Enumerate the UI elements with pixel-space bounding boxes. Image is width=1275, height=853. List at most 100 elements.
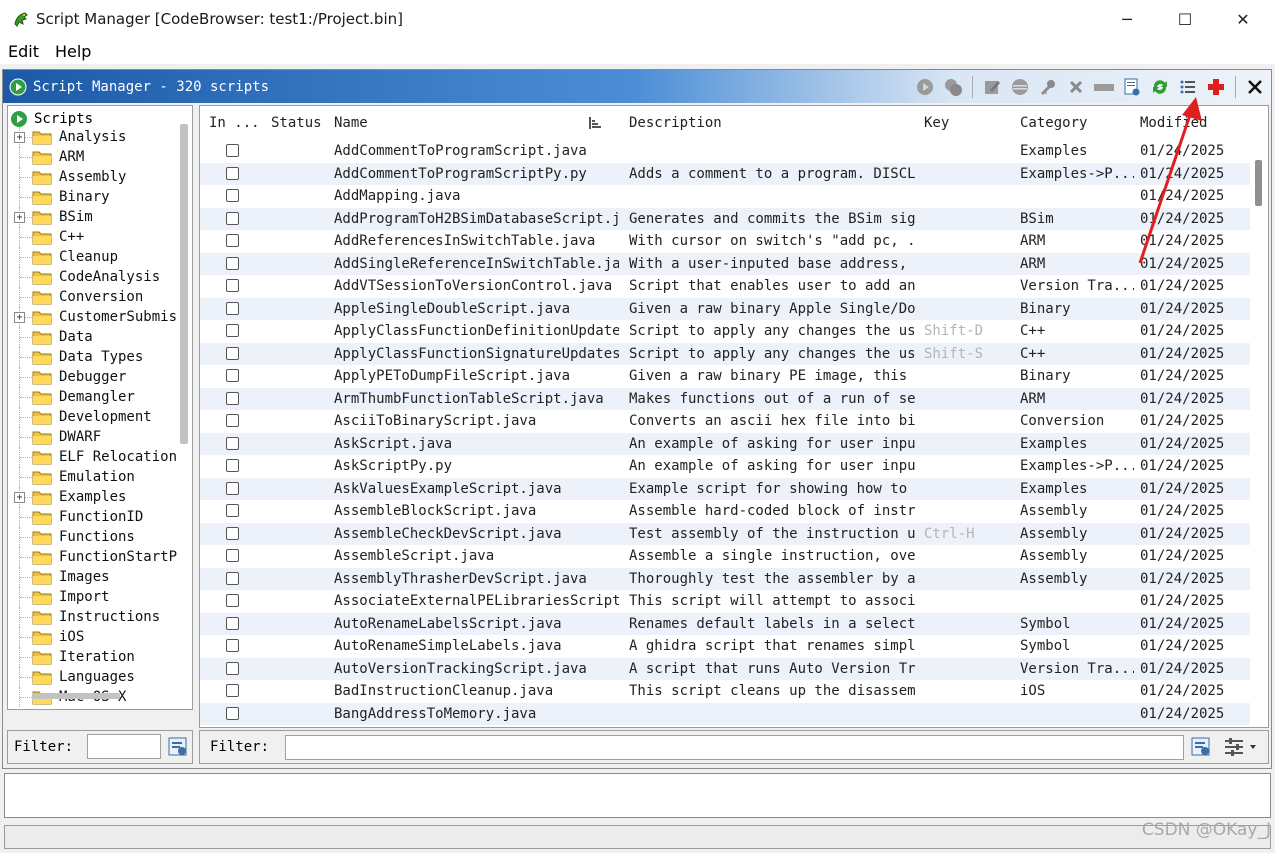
in-tool-checkbox[interactable] bbox=[226, 639, 239, 652]
tree-root[interactable]: Scripts bbox=[10, 109, 93, 129]
table-vertical-scrollbar[interactable] bbox=[1255, 160, 1262, 206]
table-row[interactable]: ApplyPEToDumpFileScript.java Given a raw … bbox=[200, 365, 1250, 388]
in-tool-checkbox[interactable] bbox=[226, 571, 239, 585]
tree-item[interactable]: Import bbox=[8, 587, 178, 607]
in-tool-checkbox[interactable] bbox=[226, 526, 239, 540]
table-row[interactable]: ArmThumbFunctionTableScript.java Makes fu… bbox=[200, 387, 1250, 410]
column-header-category[interactable]: Category bbox=[1020, 115, 1087, 131]
tree-item[interactable]: Languages bbox=[8, 667, 178, 687]
expand-icon[interactable]: + bbox=[14, 491, 25, 503]
expand-icon[interactable]: + bbox=[14, 211, 25, 223]
in-tool-checkbox[interactable] bbox=[226, 166, 239, 180]
table-row[interactable]: AddProgramToH2BSimDatabaseScript.j.. Gene… bbox=[200, 207, 1250, 230]
table-row[interactable]: ApplyClassFunctionSignatureUpdates.. Scri… bbox=[200, 342, 1250, 365]
table-row[interactable]: AutoRenameLabelsScript.java Renames defau… bbox=[200, 612, 1250, 635]
table-row[interactable]: AskScriptPy.py An example of asking for u… bbox=[200, 455, 1250, 478]
in-tool-checkbox[interactable] bbox=[226, 436, 239, 450]
table-row[interactable]: AutoRenameSimpleLabels.java A ghidra scri… bbox=[200, 635, 1250, 658]
table-row[interactable]: BangAddressToMemory.java 01/24/2025 bbox=[200, 702, 1250, 725]
table-row[interactable]: AskScript.java An example of asking for u… bbox=[200, 432, 1250, 455]
tree-vertical-scrollbar[interactable] bbox=[180, 124, 188, 444]
in-tool-checkbox[interactable] bbox=[226, 504, 239, 517]
tree-item[interactable]: + Examples bbox=[8, 487, 178, 507]
table-row[interactable]: AddCommentToProgramScriptPy.py Adds a com… bbox=[200, 162, 1250, 185]
in-tool-checkbox[interactable] bbox=[226, 369, 239, 382]
table-row[interactable]: AddSingleReferenceInSwitchTable.ja.. With… bbox=[200, 252, 1250, 275]
in-tool-checkbox[interactable] bbox=[226, 661, 239, 675]
table-row[interactable]: AddReferencesInSwitchTable.java With curs… bbox=[200, 230, 1250, 253]
table-row[interactable]: AddMapping.java 01/24/2025 bbox=[200, 185, 1250, 208]
maximize-button[interactable]: ☐ bbox=[1156, 0, 1214, 38]
table-filter-input[interactable] bbox=[285, 735, 1184, 760]
tree-item[interactable]: Emulation bbox=[8, 467, 178, 487]
menu-help[interactable]: Help bbox=[47, 42, 99, 61]
tree-item[interactable]: C++ bbox=[8, 227, 178, 247]
column-header-status[interactable]: Status bbox=[271, 115, 322, 131]
panel-close-button[interactable] bbox=[1243, 75, 1267, 99]
run-last-script-button[interactable] bbox=[941, 75, 965, 99]
column-config-icon[interactable] bbox=[1222, 736, 1260, 758]
in-tool-checkbox[interactable] bbox=[226, 459, 239, 472]
column-header-in-tool[interactable]: In ... bbox=[209, 115, 260, 131]
expand-icon[interactable]: + bbox=[14, 311, 25, 323]
in-tool-checkbox[interactable] bbox=[226, 391, 239, 405]
in-tool-checkbox[interactable] bbox=[226, 301, 239, 315]
table-row[interactable]: AddCommentToProgramScript.java Examples 01… bbox=[200, 140, 1250, 163]
tree-item[interactable]: ARM bbox=[8, 147, 178, 167]
tree-item[interactable]: FunctionStartP bbox=[8, 547, 178, 567]
minimize-button[interactable]: ─ bbox=[1098, 0, 1156, 38]
menu-edit[interactable]: Edit bbox=[0, 42, 47, 61]
tree-item[interactable]: + BSim bbox=[8, 207, 178, 227]
tree-item[interactable]: Binary bbox=[8, 187, 178, 207]
in-tool-checkbox[interactable] bbox=[226, 279, 239, 292]
table-row[interactable]: AssembleBlockScript.java Assemble hard-co… bbox=[200, 500, 1250, 523]
column-header-name[interactable]: Name bbox=[334, 115, 368, 131]
in-tool-checkbox[interactable] bbox=[226, 189, 239, 202]
table-row[interactable]: AppleSingleDoubleScript.java Given a raw … bbox=[200, 297, 1250, 320]
tree-item[interactable]: Instructions bbox=[8, 607, 178, 627]
table-row[interactable]: AssemblyThrasherDevScript.java Thoroughly… bbox=[200, 567, 1250, 590]
filter-options-icon[interactable] bbox=[1190, 736, 1212, 758]
run-script-button[interactable] bbox=[913, 75, 937, 99]
tree-item[interactable]: Images bbox=[8, 567, 178, 587]
in-tool-checkbox[interactable] bbox=[226, 594, 239, 607]
tree-item[interactable]: + CustomerSubmis bbox=[8, 307, 178, 327]
edit-script-button[interactable] bbox=[980, 75, 1004, 99]
tree-item[interactable]: Development bbox=[8, 407, 178, 427]
table-row[interactable]: AskValuesExampleScript.java Example scrip… bbox=[200, 477, 1250, 500]
tree-item[interactable]: DWARF bbox=[8, 427, 178, 447]
window-close-button[interactable]: ✕ bbox=[1214, 0, 1272, 38]
table-row[interactable]: BadInstructionCleanup.java This script cl… bbox=[200, 680, 1250, 703]
tree-item[interactable]: Conversion bbox=[8, 287, 178, 307]
tree-item[interactable]: Cleanup bbox=[8, 247, 178, 267]
in-tool-checkbox[interactable] bbox=[226, 706, 239, 720]
table-row[interactable]: AssociateExternalPELibrariesScript.. This… bbox=[200, 590, 1250, 613]
tree-item[interactable]: + Analysis bbox=[8, 127, 178, 147]
in-tool-checkbox[interactable] bbox=[226, 616, 239, 630]
delete-script-button[interactable] bbox=[1064, 75, 1088, 99]
in-tool-checkbox[interactable] bbox=[226, 346, 239, 360]
tree-item[interactable]: ELF Relocation bbox=[8, 447, 178, 467]
filter-options-icon[interactable] bbox=[167, 736, 189, 758]
column-header-description[interactable]: Description bbox=[629, 115, 722, 131]
in-tool-checkbox[interactable] bbox=[226, 684, 239, 697]
key-binding-button[interactable] bbox=[1036, 75, 1060, 99]
tree-item[interactable]: CodeAnalysis bbox=[8, 267, 178, 287]
in-tool-checkbox[interactable] bbox=[226, 144, 239, 157]
in-tool-checkbox[interactable] bbox=[226, 234, 239, 247]
edit-eclipse-button[interactable] bbox=[1008, 75, 1032, 99]
tree-item[interactable]: Iteration bbox=[8, 647, 178, 667]
in-tool-checkbox[interactable] bbox=[226, 414, 239, 427]
table-row[interactable]: AssembleCheckDevScript.java Test assembly… bbox=[200, 522, 1250, 545]
tree-horizontal-scrollbar[interactable] bbox=[32, 693, 120, 699]
tree-item[interactable]: Debugger bbox=[8, 367, 178, 387]
table-row[interactable]: AddVTSessionToVersionControl.java Script … bbox=[200, 275, 1250, 298]
table-row[interactable]: AssembleScript.java Assemble a single ins… bbox=[200, 545, 1250, 568]
rename-script-button[interactable] bbox=[1092, 75, 1116, 99]
table-row[interactable]: AutoVersionTrackingScript.java A script t… bbox=[200, 657, 1250, 680]
in-tool-checkbox[interactable] bbox=[226, 324, 239, 337]
in-tool-checkbox[interactable] bbox=[226, 211, 239, 225]
column-header-key[interactable]: Key bbox=[924, 115, 949, 131]
expand-icon[interactable]: + bbox=[14, 131, 25, 143]
tree-filter-input[interactable] bbox=[87, 734, 161, 759]
